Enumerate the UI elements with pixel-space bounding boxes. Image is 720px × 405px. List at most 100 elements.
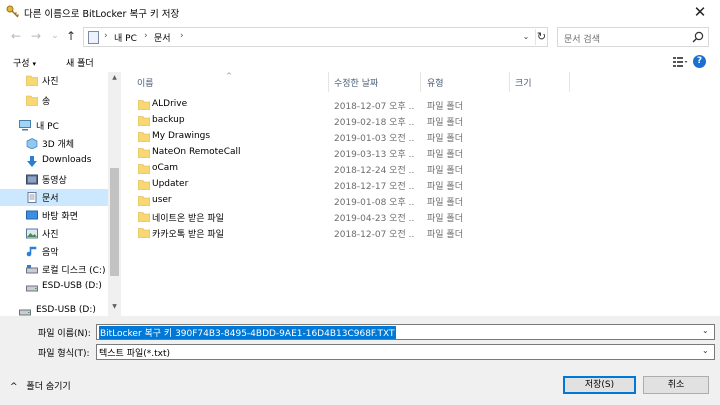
scroll-up-icon[interactable]: ▲ xyxy=(110,74,119,81)
chevron-up-icon: ^ xyxy=(10,382,18,392)
sidebar-item-3d-objects[interactable]: 3D 개체 xyxy=(0,135,108,152)
new-folder-button[interactable]: 새 폴더 xyxy=(66,56,94,69)
filetype-label: 파일 형식(T): xyxy=(38,349,90,359)
folder-icon xyxy=(138,100,150,110)
filetype-value: 텍스트 파일(*.txt) xyxy=(99,349,171,359)
folder-icon xyxy=(138,164,150,174)
navigation-scrollbar[interactable]: ▲ ▼ xyxy=(108,72,121,316)
folder-icon xyxy=(26,95,38,106)
pc-location-icon xyxy=(88,31,99,44)
sidebar-item-label: Downloads xyxy=(42,155,92,165)
help-button[interactable]: ? xyxy=(693,55,706,68)
organize-label: 구성 xyxy=(13,59,30,69)
address-dropdown-button[interactable]: ⌄ xyxy=(520,30,532,44)
scroll-down-icon[interactable]: ▼ xyxy=(110,303,119,310)
file-name: Updater xyxy=(152,179,189,189)
file-row[interactable]: Updater 2018-12-17 오전 ... 파일 폴더 xyxy=(132,177,602,193)
recent-locations-button[interactable]: ⌄ xyxy=(48,29,62,43)
sidebar-item-label: 사진 xyxy=(42,77,59,87)
sidebar-item-label: 내 PC xyxy=(36,122,59,132)
column-header-type[interactable]: 유형 xyxy=(427,76,444,89)
sidebar-item-esd-usb-d[interactable]: ESD-USB (D:) xyxy=(0,279,108,296)
file-row[interactable]: ALDrive 2018-12-07 오후 ... 파일 폴더 xyxy=(132,97,602,113)
file-date: 2019-03-13 오후 ... xyxy=(334,150,414,160)
column-divider[interactable] xyxy=(420,72,421,92)
file-type: 파일 폴더 xyxy=(427,134,463,144)
file-row[interactable]: My Drawings 2019-01-03 오전 ... 파일 폴더 xyxy=(132,129,602,145)
breadcrumb-documents[interactable]: 문서 xyxy=(154,31,171,44)
file-name: NateOn RemoteCall xyxy=(152,147,241,157)
filename-dropdown-icon[interactable]: ⌄ xyxy=(702,326,709,335)
folder-icon xyxy=(138,148,150,158)
pictures-icon xyxy=(26,228,38,239)
folder-icon xyxy=(138,228,150,238)
up-button[interactable]: ↑ xyxy=(64,29,78,43)
file-name: user xyxy=(152,195,172,205)
scrollbar-thumb[interactable] xyxy=(110,168,119,276)
file-date: 2018-12-07 오전 ... xyxy=(334,230,414,240)
sidebar-item-song[interactable]: 송 xyxy=(0,92,108,109)
filename-label: 파일 이름(N): xyxy=(38,329,91,339)
filename-value: BitLocker 복구 키 390F74B3-8495-4BDD-9AE1-1… xyxy=(99,326,396,339)
filetype-dropdown-icon[interactable]: ⌄ xyxy=(702,346,709,355)
breadcrumb-separator[interactable]: › xyxy=(180,31,184,41)
refresh-button[interactable]: ↻ xyxy=(535,29,547,45)
sidebar-item-label: 로컬 디스크 (C:) xyxy=(42,266,106,276)
desktop-icon xyxy=(26,210,38,220)
navigation-pane: 사진 송 내 PC 3D 개체 Downloads 동영상 문서 바탕 화면 사… xyxy=(0,72,121,316)
filename-input[interactable]: BitLocker 복구 키 390F74B3-8495-4BDD-9AE1-1… xyxy=(96,324,715,340)
view-options-icon[interactable] xyxy=(672,55,688,69)
organize-button[interactable]: 구성 ▾ xyxy=(13,56,36,69)
file-row[interactable]: oCam 2018-12-24 오전 ... 파일 폴더 xyxy=(132,161,602,177)
folder-icon xyxy=(138,212,150,222)
sidebar-item-pictures[interactable]: 사진 xyxy=(0,72,108,89)
address-bar[interactable]: › 내 PC › 문서 › ⌄ ↻ xyxy=(83,27,548,47)
column-header-size[interactable]: 크기 xyxy=(515,76,532,89)
cancel-button[interactable]: 취소 xyxy=(643,376,709,394)
search-placeholder: 문서 검색 xyxy=(564,35,600,45)
save-button[interactable]: 저장(S) xyxy=(563,376,636,394)
sidebar-item-downloads[interactable]: Downloads xyxy=(0,153,108,170)
sidebar-item-music[interactable]: 음악 xyxy=(0,243,108,260)
column-header-name[interactable]: 이름 xyxy=(137,76,154,89)
title-bar: 다른 이름으로 BitLocker 복구 키 저장 ✕ xyxy=(0,0,720,24)
download-icon xyxy=(27,156,37,167)
column-header-date[interactable]: 수정한 날짜 xyxy=(334,76,378,89)
hide-folders-button[interactable]: ^ 폴더 숨기기 xyxy=(10,379,71,392)
search-box[interactable]: 문서 검색 xyxy=(557,27,709,47)
sidebar-item-label: 바탕 화면 xyxy=(42,212,78,222)
forward-button[interactable]: → xyxy=(29,29,43,43)
file-name: My Drawings xyxy=(152,131,211,141)
breadcrumb-this-pc[interactable]: 내 PC xyxy=(114,31,137,44)
back-button[interactable]: ← xyxy=(9,29,23,43)
sidebar-item-label: 동영상 xyxy=(42,176,67,186)
sidebar-item-local-disk-c[interactable]: 로컬 디스크 (C:) xyxy=(0,261,108,278)
sidebar-item-videos[interactable]: 동영상 xyxy=(0,171,108,188)
sidebar-item-this-pc[interactable]: 내 PC xyxy=(0,117,108,134)
column-divider[interactable] xyxy=(328,72,329,92)
search-icon[interactable] xyxy=(691,30,705,44)
file-row[interactable]: NateOn RemoteCall 2019-03-13 오후 ... 파일 폴… xyxy=(132,145,602,161)
file-row[interactable]: backup 2019-02-18 오후 ... 파일 폴더 xyxy=(132,113,602,129)
sidebar-item-label: ESD-USB (D:) xyxy=(42,281,102,291)
folder-icon xyxy=(138,180,150,190)
column-divider[interactable] xyxy=(569,72,570,92)
file-type: 파일 폴더 xyxy=(427,198,463,208)
close-button[interactable]: ✕ xyxy=(690,3,710,21)
sidebar-item-label: 3D 개체 xyxy=(42,140,75,150)
sidebar-item-label: 송 xyxy=(42,97,51,107)
sidebar-item-esd-usb-d-root[interactable]: ESD-USB (D:) xyxy=(0,303,108,316)
sidebar-item-documents[interactable]: 문서 xyxy=(0,189,108,206)
sidebar-item-pictures-library[interactable]: 사진 xyxy=(0,225,108,242)
column-divider[interactable] xyxy=(509,72,510,92)
file-type: 파일 폴더 xyxy=(427,182,463,192)
folder-icon xyxy=(26,75,38,86)
file-row[interactable]: 카카오톡 받은 파일 2018-12-07 오전 ... 파일 폴더 xyxy=(132,225,602,241)
filetype-select[interactable]: 텍스트 파일(*.txt) ⌄ xyxy=(96,344,715,360)
file-row[interactable]: 네이트온 받은 파일 2019-04-23 오전 ... 파일 폴더 xyxy=(132,209,602,225)
sidebar-item-label: 사진 xyxy=(42,230,59,240)
file-name: 카카오톡 받은 파일 xyxy=(152,230,224,240)
file-type: 파일 폴더 xyxy=(427,230,463,240)
file-row[interactable]: user 2019-01-08 오후 ... 파일 폴더 xyxy=(132,193,602,209)
sidebar-item-desktop[interactable]: 바탕 화면 xyxy=(0,207,108,224)
